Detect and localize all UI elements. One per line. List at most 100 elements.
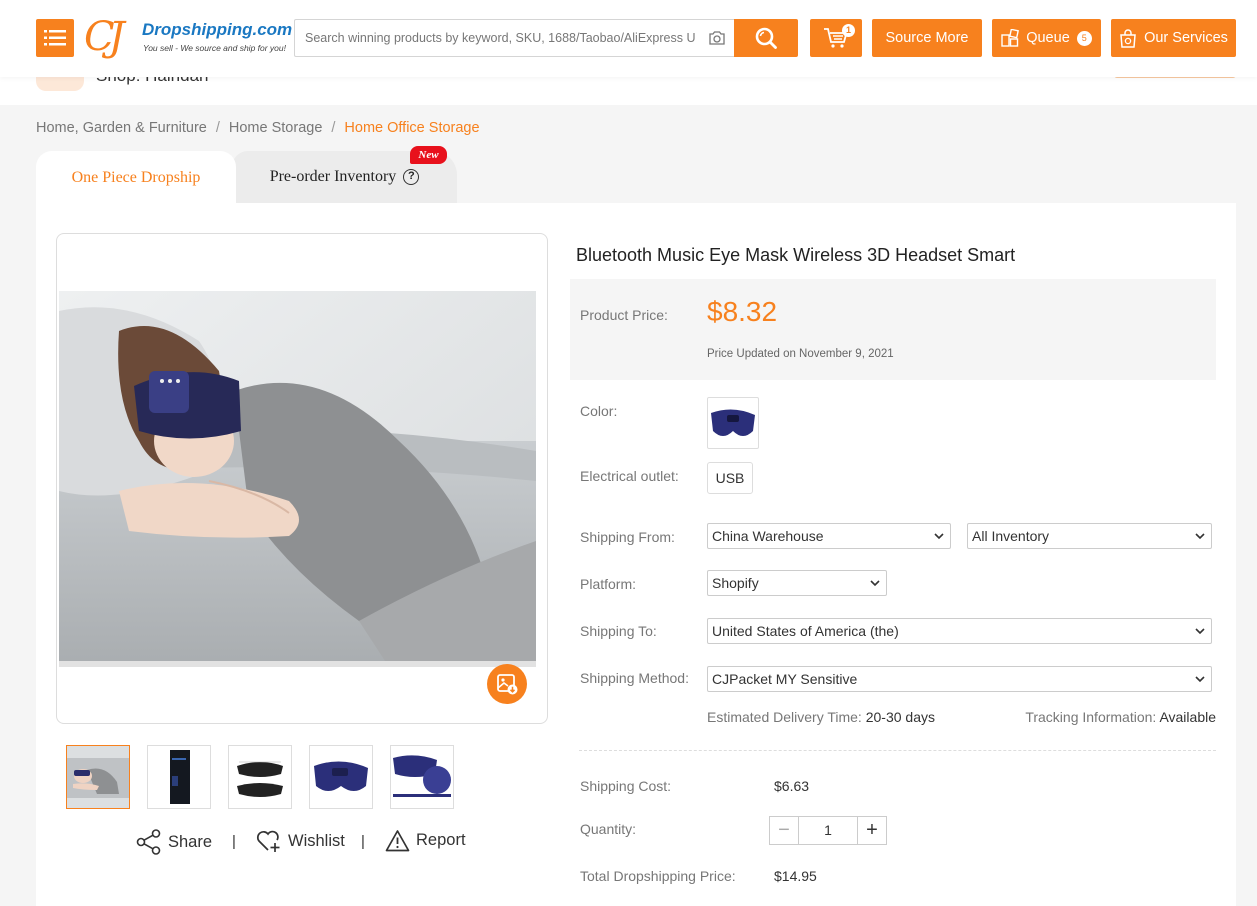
- quantity-increase-button[interactable]: +: [857, 817, 886, 844]
- platform-value: Shopify: [712, 575, 759, 591]
- thumbnail-1[interactable]: [66, 745, 130, 809]
- platform-label: Platform:: [580, 576, 637, 592]
- thumbnail-4[interactable]: [309, 745, 373, 809]
- inventory-select[interactable]: All Inventory: [967, 523, 1212, 549]
- list-menu-icon: [44, 30, 66, 46]
- action-separator: |: [232, 833, 236, 850]
- outlet-option-usb[interactable]: USB: [707, 462, 753, 494]
- thumbnail-image: [391, 746, 453, 808]
- estimated-delivery: Estimated Delivery Time: 20-30 days: [707, 709, 935, 725]
- share-action[interactable]: Share: [136, 829, 212, 855]
- shipping-to-select[interactable]: United States of America (the): [707, 618, 1212, 644]
- shipping-to-label: Shipping To:: [580, 623, 657, 639]
- tab-one-piece-label: One Piece Dropship: [71, 168, 201, 186]
- help-icon[interactable]: ?: [403, 169, 420, 185]
- share-icon: [136, 829, 161, 855]
- thumbnail-3[interactable]: [228, 745, 292, 809]
- search-button[interactable]: [734, 19, 798, 57]
- breadcrumb-separator: /: [215, 120, 220, 136]
- color-option[interactable]: [707, 397, 759, 449]
- main-image-frame: [56, 233, 548, 724]
- price-label: Product Price:: [580, 307, 668, 323]
- color-swatch-image: [711, 409, 755, 436]
- tracking-value: Available: [1159, 709, 1216, 725]
- cart-button[interactable]: 1: [810, 19, 862, 57]
- report-action[interactable]: Report: [385, 829, 466, 852]
- thumbnail-image: [67, 746, 129, 808]
- cart-count-badge: 1: [842, 24, 855, 37]
- est-delivery-value: 20-30 days: [865, 709, 935, 725]
- shipping-method-select[interactable]: CJPacket MY Sensitive: [707, 666, 1212, 692]
- breadcrumb: Home, Garden & Furniture / Home Storage / Ho…: [36, 120, 480, 136]
- breadcrumb-home-garden[interactable]: Home, Garden & Furniture: [36, 120, 207, 136]
- services-bag-icon: [1120, 28, 1136, 48]
- color-label: Color:: [580, 403, 618, 419]
- search-input[interactable]: [295, 20, 695, 56]
- chevron-down-icon: [1195, 676, 1205, 683]
- tab-preorder-label: Pre-order Inventory: [269, 168, 397, 185]
- source-more-button[interactable]: Source More: [872, 19, 982, 57]
- chevron-down-icon: [934, 533, 944, 540]
- queue-button[interactable]: Queue 5: [992, 19, 1101, 57]
- chevron-down-icon: [870, 580, 880, 587]
- queue-count-badge: 5: [1076, 30, 1092, 46]
- breadcrumb-separator: /: [331, 120, 336, 136]
- chevron-down-icon: [1195, 628, 1205, 635]
- search-icon: [755, 27, 777, 49]
- wishlist-label: Wishlist: [288, 831, 345, 850]
- camera-icon[interactable]: [708, 30, 726, 46]
- tab-one-piece-dropship[interactable]: One Piece Dropship: [36, 151, 236, 204]
- share-label: Share: [168, 832, 213, 851]
- thumbnail-image: [310, 746, 372, 808]
- chevron-down-icon: [1195, 533, 1205, 540]
- top-header: CJ Dropshipping.com You sell - We source…: [0, 0, 1257, 77]
- image-download-icon: [497, 674, 518, 695]
- shipping-from-label: Shipping From:: [580, 529, 675, 545]
- thumbnail-5[interactable]: [390, 745, 454, 809]
- total-price-value: $14.95: [774, 868, 817, 884]
- product-main-image[interactable]: [59, 291, 536, 667]
- quantity-decrease-button[interactable]: −: [770, 817, 799, 844]
- thumbnail-image: [148, 746, 210, 808]
- logo-mark: CJ: [84, 14, 125, 60]
- menu-button[interactable]: [36, 19, 74, 57]
- outlet-label: Electrical outlet:: [580, 468, 679, 484]
- product-price: $8.32: [707, 296, 778, 327]
- shipping-method-value: CJPacket MY Sensitive: [712, 671, 858, 687]
- image-search-button[interactable]: [487, 664, 527, 704]
- quantity-input[interactable]: 1: [799, 817, 857, 844]
- queue-label: Queue: [1026, 30, 1070, 46]
- quantity-stepper: − 1 +: [769, 816, 887, 845]
- thumbnail-image: [229, 746, 291, 808]
- shipping-from-select[interactable]: China Warehouse: [707, 523, 951, 549]
- inventory-value: All Inventory: [972, 528, 1050, 544]
- action-separator: |: [361, 833, 365, 850]
- price-box: [570, 279, 1216, 380]
- shipping-to-value: United States of America (the): [712, 623, 899, 639]
- section-divider: [579, 750, 1216, 751]
- product-title: Bluetooth Music Eye Mask Wireless 3D Hea…: [576, 245, 1016, 265]
- price-updated-note: Price Updated on November 9, 2021: [707, 348, 894, 360]
- shipping-from-value: China Warehouse: [712, 528, 824, 544]
- shipping-cost-label: Shipping Cost:: [580, 778, 672, 794]
- cj-logo[interactable]: CJ Dropshipping.com You sell - We source…: [84, 14, 292, 60]
- heart-plus-icon: [256, 830, 280, 852]
- logo-tagline: You sell - We source and ship for you!: [143, 43, 287, 53]
- total-price-label: Total Dropshipping Price:: [580, 868, 736, 884]
- est-delivery-label: Estimated Delivery Time:: [707, 709, 862, 725]
- logo-brand: Dropshipping.com: [142, 20, 293, 39]
- tracking-info: Tracking Information: Available: [1025, 709, 1216, 725]
- source-more-label: Source More: [885, 30, 969, 46]
- platform-select[interactable]: Shopify: [707, 570, 887, 596]
- breadcrumb-current[interactable]: Home Office Storage: [344, 120, 479, 136]
- quantity-label: Quantity:: [580, 821, 637, 837]
- tracking-label: Tracking Information:: [1025, 709, 1157, 725]
- shipping-cost-value: $6.63: [774, 778, 810, 794]
- thumbnail-2[interactable]: [147, 745, 211, 809]
- wishlist-action[interactable]: Wishlist: [256, 829, 345, 853]
- our-services-button[interactable]: Our Services: [1111, 19, 1236, 57]
- report-label: Report: [416, 831, 466, 849]
- new-badge: New: [410, 146, 447, 164]
- breadcrumb-home-storage[interactable]: Home Storage: [229, 120, 323, 136]
- queue-icon: [1001, 29, 1020, 47]
